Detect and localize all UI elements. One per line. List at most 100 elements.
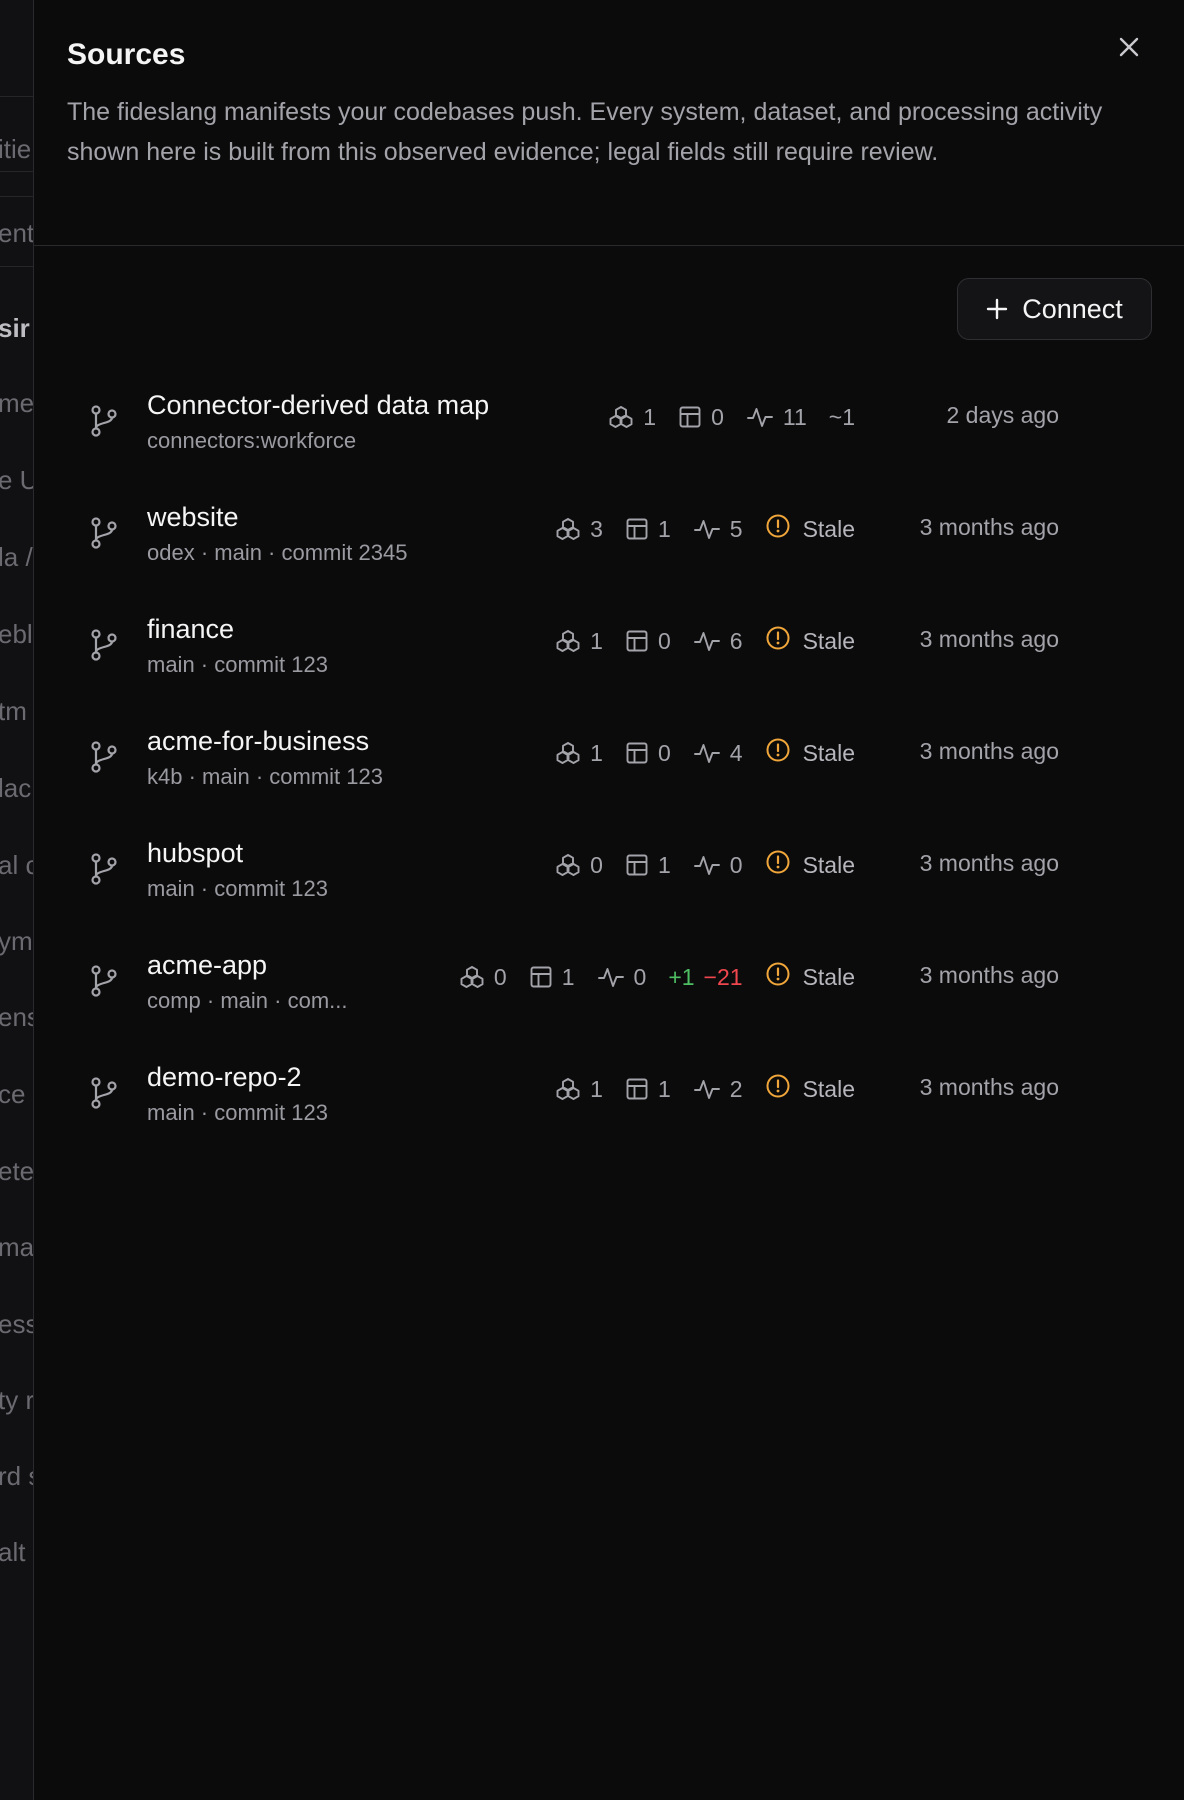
source-row[interactable]: acme-app comp · main · com... 0 1 0 +1 −21 St… — [34, 926, 1184, 1038]
git-branch-icon — [89, 628, 119, 662]
source-row[interactable]: finance main · commit 123 1 0 6 Stale 3 mon… — [34, 590, 1184, 702]
close-button[interactable] — [1112, 30, 1146, 64]
sheet-title: Sources — [67, 38, 186, 71]
warning-icon — [765, 1073, 791, 1105]
datasets-count-value: 0 — [711, 403, 724, 430]
datasets-count-value: 1 — [561, 963, 575, 990]
stale-label: Stale — [802, 1075, 855, 1102]
source-meta: main · commit 123 — [147, 1100, 328, 1125]
source-stats: 1 1 2 Stale — [555, 1074, 855, 1104]
source-row[interactable]: demo-repo-2 main · commit 123 1 1 2 Stale 3… — [34, 1038, 1184, 1150]
systems-count-value: 1 — [590, 627, 603, 654]
activities-count-value: 0 — [633, 963, 647, 990]
diff-counts: +1 −21 — [668, 964, 742, 991]
source-updated-time: 3 months ago — [919, 850, 1059, 876]
datasets-count-value: 1 — [657, 515, 671, 542]
background-text: lac — [0, 773, 32, 803]
source-stats: 1 0 11 ~1 — [608, 402, 855, 432]
source-updated-time: 3 months ago — [919, 514, 1059, 540]
table-icon — [625, 629, 649, 653]
source-meta: main · commit 123 — [147, 652, 328, 677]
background-text: ty r — [0, 1385, 35, 1415]
source-name: demo-repo-2 — [147, 1062, 302, 1092]
connect-button[interactable]: Connect — [957, 278, 1152, 340]
git-branch-icon — [89, 404, 119, 438]
background-text: ma — [0, 1232, 35, 1262]
warning-icon — [765, 961, 791, 993]
source-meta: odex · main · commit 2345 — [147, 540, 408, 565]
plus-icon — [987, 298, 1008, 320]
sheet-header: Sources The fideslang manifests your cod… — [34, 0, 1184, 246]
activity-icon — [597, 965, 625, 989]
systems-count: 1 — [555, 628, 603, 655]
connect-label: Connect — [1022, 293, 1123, 324]
source-row[interactable]: Connector-derived data map connectors:wo… — [34, 366, 1184, 478]
table-icon — [625, 741, 649, 765]
warning-icon — [765, 737, 791, 769]
table-icon — [529, 965, 553, 989]
changed-count: ~1 — [828, 403, 855, 430]
source-stats: 1 0 4 Stale — [555, 738, 855, 768]
background-text: la / — [0, 542, 33, 572]
datasets-count: 1 — [625, 852, 671, 879]
source-stats: 1 0 6 Stale — [555, 626, 855, 656]
cubes-icon — [459, 965, 485, 989]
source-row[interactable]: hubspot main · commit 123 0 1 0 Stale 3 mon… — [34, 814, 1184, 926]
source-stats: 0 1 0 Stale — [555, 850, 855, 880]
git-branch-icon — [89, 516, 119, 550]
activities-count-value: 2 — [729, 1075, 743, 1102]
systems-count: 0 — [459, 964, 507, 991]
stale-label: Stale — [802, 515, 855, 542]
table-icon — [678, 405, 702, 429]
table-icon — [625, 1077, 649, 1101]
background-text: ete — [0, 1156, 35, 1186]
activity-icon — [693, 629, 721, 653]
cubes-icon — [555, 853, 581, 877]
table-icon — [625, 853, 649, 877]
activity-icon — [746, 405, 774, 429]
table-icon — [625, 517, 649, 541]
datasets-count-value: 0 — [657, 739, 671, 766]
activities-count-value: 5 — [729, 515, 743, 542]
systems-count: 1 — [555, 740, 603, 767]
source-meta: comp · main · com... — [147, 988, 348, 1013]
activity-icon — [693, 853, 721, 877]
source-row[interactable]: website odex · main · commit 2345 3 1 5 Sta… — [34, 478, 1184, 590]
cubes-icon — [555, 1077, 581, 1101]
activities-count: 6 — [693, 628, 743, 655]
source-updated-time: 2 days ago — [946, 402, 1059, 428]
warning-icon — [765, 513, 791, 545]
cubes-icon — [608, 405, 634, 429]
stale-label: Stale — [802, 627, 855, 654]
activities-count-value: 0 — [729, 851, 743, 878]
datasets-count-value: 0 — [657, 627, 671, 654]
systems-count-value: 0 — [493, 963, 507, 990]
systems-count: 3 — [555, 516, 603, 543]
warning-icon — [765, 849, 791, 881]
git-branch-icon — [89, 852, 119, 886]
git-branch-icon — [89, 964, 119, 998]
stale-badge: Stale — [765, 625, 855, 657]
systems-count-value: 1 — [590, 739, 603, 766]
stale-badge: Stale — [765, 1073, 855, 1105]
source-row[interactable]: acme-for-business k4b · main · commit 12… — [34, 702, 1184, 814]
datasets-count: 0 — [678, 404, 724, 431]
activity-icon — [693, 517, 721, 541]
systems-count: 0 — [555, 852, 603, 879]
activities-count: 5 — [693, 516, 743, 543]
cubes-icon — [555, 629, 581, 653]
background-text: ce — [0, 1079, 26, 1109]
activities-count-value: 6 — [729, 627, 743, 654]
source-name: hubspot — [147, 838, 244, 868]
source-name: acme-app — [147, 950, 268, 980]
git-branch-icon — [89, 1076, 119, 1110]
source-updated-time: 3 months ago — [919, 738, 1059, 764]
systems-count-value: 1 — [590, 1075, 603, 1102]
warning-icon — [765, 625, 791, 657]
datasets-count: 0 — [625, 628, 671, 655]
systems-count: 1 — [608, 404, 656, 431]
source-updated-time: 3 months ago — [919, 626, 1059, 652]
source-name: finance — [147, 614, 235, 644]
cubes-icon — [555, 741, 581, 765]
source-meta: connectors:workforce — [147, 428, 357, 453]
